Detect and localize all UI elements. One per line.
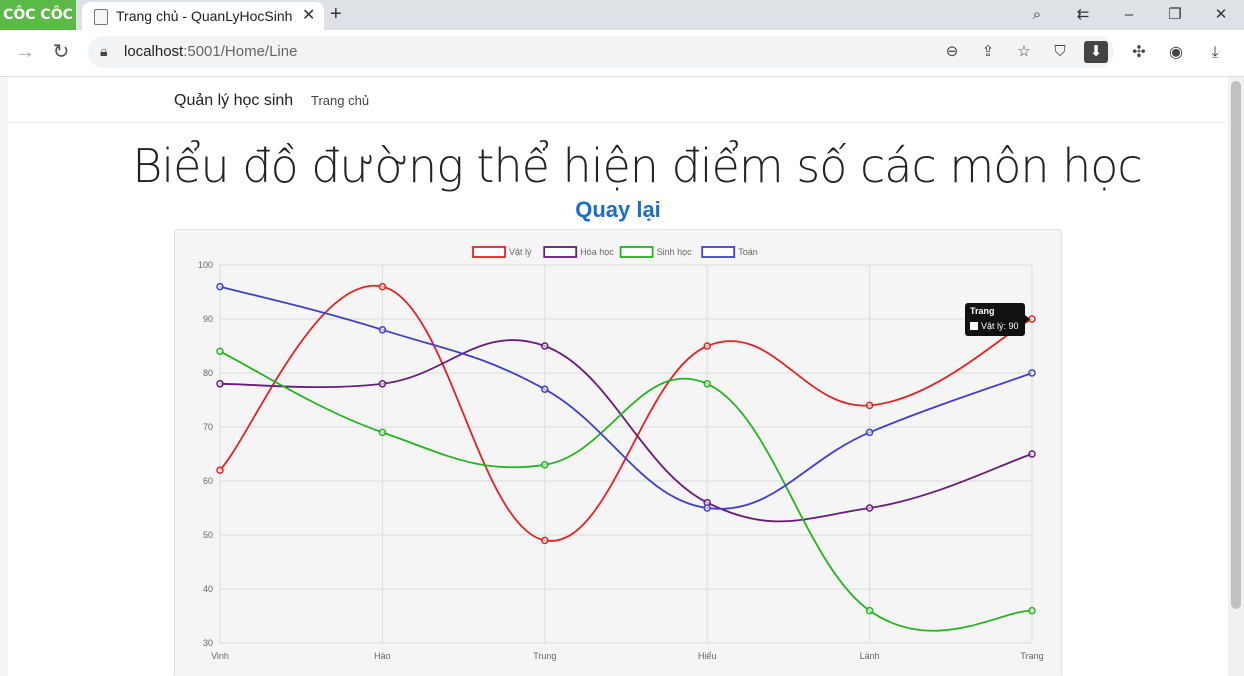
data-point <box>378 428 387 437</box>
y-tick-label: 50 <box>203 530 213 540</box>
data-point <box>1028 369 1036 377</box>
lock-icon: 🔒︎ <box>100 43 108 59</box>
page-icon <box>94 9 108 25</box>
data-point <box>703 380 711 388</box>
reload-icon[interactable]: ↻ <box>48 39 74 65</box>
x-tick-label: Hiếu <box>698 651 717 661</box>
line-chart: 30 40 50 60 70 80 90 100 Vinh Hào Trung Hiếu Lành Tra… <box>198 246 1044 661</box>
data-point <box>1028 450 1036 458</box>
browser-logo[interactable]: CÔC CÔC <box>0 0 76 30</box>
data-point <box>1028 606 1036 615</box>
back-link[interactable]: Quay lại <box>8 197 1226 223</box>
legend-swatch <box>543 246 578 258</box>
scrollbar-thumb[interactable] <box>1231 81 1241 609</box>
data-point <box>865 401 874 410</box>
data-point <box>216 380 224 388</box>
data-point <box>378 282 387 291</box>
minimize-icon[interactable]: – <box>1114 4 1144 26</box>
chart-container: 30 40 50 60 70 80 90 100 Vinh Hào Trung Hiếu Lành Tra… <box>174 229 1062 676</box>
data-point <box>216 347 224 356</box>
x-tick-label: Vinh <box>211 651 229 661</box>
data-point <box>216 466 224 474</box>
y-tick-label: 30 <box>203 638 213 648</box>
share-icon[interactable]: ⇪ <box>976 41 1000 63</box>
x-tick-label: Trang <box>1020 651 1043 661</box>
legend-swatch <box>472 246 506 258</box>
tab-bar: CÔC CÔC Trang chủ - QuanLyHocSinh ✕ + ⌕ … <box>0 0 1244 30</box>
page-content: Quản lý học sinh Trang chủ Biểu đồ đường… <box>8 77 1226 676</box>
close-icon[interactable]: ✕ <box>302 5 315 25</box>
downloads-icon[interactable]: ⤓ <box>1203 41 1227 65</box>
data-point <box>865 428 874 437</box>
browser-toolbar: → ↻ 🔒︎ localhost:5001/Home/Line ⊖ ⇪ ☆ ⛉ … <box>0 30 1244 77</box>
sidebar-icon[interactable]: ⇇ <box>1068 4 1098 26</box>
search-tabs-icon[interactable]: ⌕ <box>1022 4 1052 26</box>
forward-icon[interactable]: → <box>12 39 38 65</box>
x-tick-label: Hào <box>374 651 391 661</box>
data-point <box>541 342 549 350</box>
series-line-0 <box>219 284 1033 542</box>
data-point <box>541 461 549 469</box>
y-tick-label: 70 <box>203 422 213 432</box>
y-tick-label: 40 <box>203 584 213 594</box>
data-point <box>541 385 549 393</box>
legend-label: Sinh học <box>657 247 693 257</box>
data-point <box>865 504 874 512</box>
legend-swatch <box>619 246 654 258</box>
extensions-icon[interactable]: ✣ <box>1127 41 1151 65</box>
restore-icon[interactable]: ❐ <box>1160 4 1190 26</box>
data-point <box>378 326 387 334</box>
tooltip-label: Vật lý: 90 <box>981 321 1019 331</box>
zoom-out-icon[interactable]: ⊖ <box>940 41 964 63</box>
browser-tab[interactable]: Trang chủ - QuanLyHocSinh ✕ <box>82 2 324 30</box>
nav-link-home[interactable]: Trang chủ <box>311 93 369 108</box>
y-tick-label: 90 <box>203 314 213 324</box>
x-tick-label: Lành <box>860 651 880 661</box>
data-point <box>541 536 549 545</box>
new-tab-icon[interactable]: + <box>330 3 342 26</box>
site-navbar: Quản lý học sinh Trang chủ <box>8 77 1226 123</box>
y-tick-label: 100 <box>198 260 213 270</box>
url-text: localhost:5001/Home/Line <box>124 43 298 60</box>
legend-label: Vật lý <box>509 247 532 257</box>
legend-label: Hóa học <box>580 247 614 257</box>
y-tick-label: 80 <box>203 368 213 378</box>
tab-title: Trang chủ - QuanLyHocSinh <box>116 8 293 24</box>
window-close-icon[interactable]: ✕ <box>1206 4 1236 26</box>
data-point <box>378 380 387 388</box>
site-brand[interactable]: Quản lý học sinh <box>174 92 293 110</box>
profile-icon[interactable]: ◉ <box>1164 41 1188 65</box>
download-arrow-icon[interactable]: ⬇ <box>1084 41 1108 63</box>
star-icon[interactable]: ☆ <box>1012 41 1036 63</box>
address-bar[interactable]: 🔒︎ localhost:5001/Home/Line ⊖ ⇪ ☆ ⛉ ⬇ <box>88 36 1114 68</box>
series-line-1 <box>219 339 1033 523</box>
series-line-3 <box>219 285 1033 510</box>
data-point <box>703 342 711 350</box>
data-point <box>703 504 711 512</box>
tooltip-swatch <box>970 322 978 330</box>
shield-icon[interactable]: ⛉ <box>1048 41 1072 63</box>
page-title: Biểu đồ đường thể hiện điểm số các môn h… <box>132 139 1142 193</box>
scrollbar[interactable] <box>1228 77 1244 676</box>
y-tick-label: 60 <box>203 476 213 486</box>
legend-swatch <box>701 246 736 258</box>
data-point <box>865 606 874 615</box>
left-edge <box>0 77 8 676</box>
tooltip-title: Trang <box>970 306 995 316</box>
legend-label: Toán <box>738 247 758 257</box>
x-tick-label: Trung <box>533 651 556 661</box>
data-point <box>216 282 224 291</box>
